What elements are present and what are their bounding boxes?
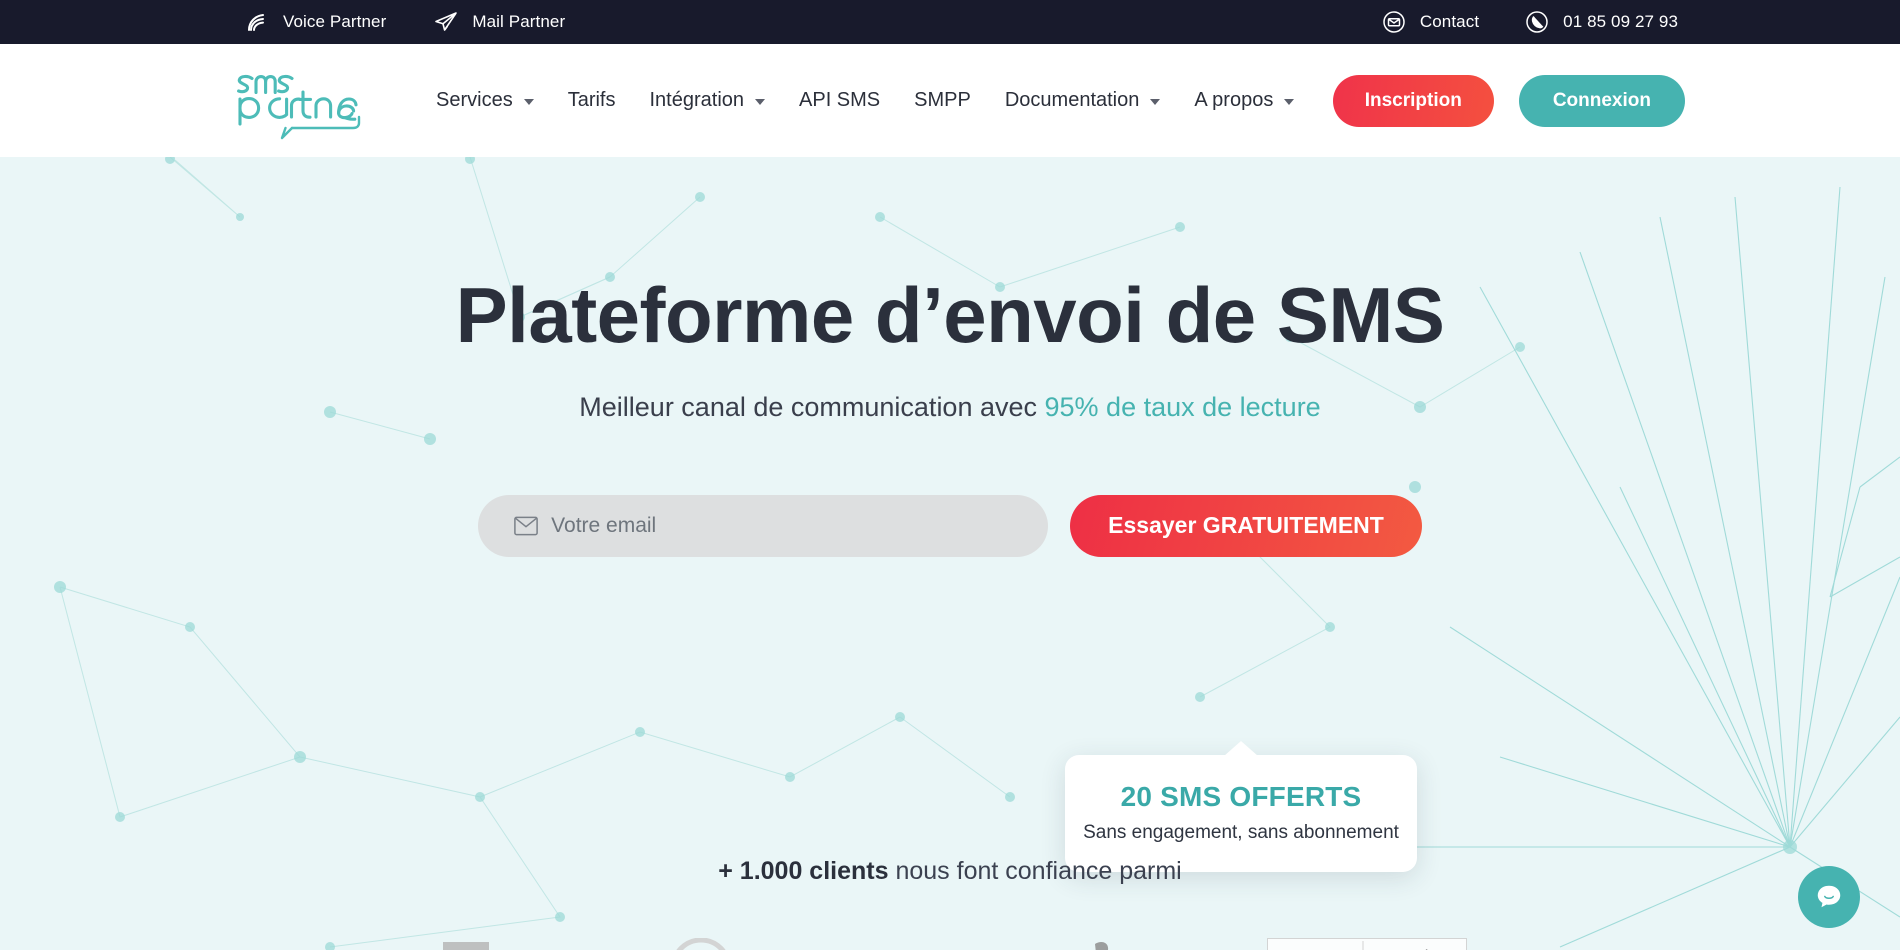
nav-item-label: SMPP (914, 89, 971, 111)
email-input[interactable] (478, 494, 1049, 557)
edf-logo: eDF (1061, 938, 1203, 950)
topbar-item-phone[interactable]: 01 85 09 27 93 (1525, 10, 1678, 34)
nav-item-label: API SMS (799, 89, 881, 111)
nav-item-tarifs[interactable]: Tarifs (551, 89, 633, 112)
nav-item-label: Services (436, 89, 513, 111)
nav-item-integration[interactable]: Intégration (633, 89, 783, 112)
topbar-left-group: Voice Partner Mail Partner (245, 10, 565, 34)
social-proof-section: + 1.000 clients nous font confiance parm… (0, 857, 1900, 950)
topbar-item-contact[interactable]: Contact (1382, 10, 1479, 34)
hero-subtitle: Meilleur canal de communication avec 95%… (0, 392, 1900, 423)
nav-item-a-propos[interactable]: A propos (1177, 89, 1311, 112)
paper-plane-icon (434, 10, 458, 34)
chevron-down-icon (523, 99, 534, 105)
trial-signup-form: Essayer GRATUITEMENT (0, 494, 1900, 557)
business-logo: Business (433, 938, 583, 950)
chevron-down-icon (755, 99, 766, 105)
primary-menu: Services Tarifs Intégration API SMS SMPP… (419, 89, 1311, 112)
chevron-down-icon (1284, 99, 1295, 105)
intermarche-logo: IntERmarché (819, 938, 997, 950)
nav-item-label: Documentation (1004, 89, 1140, 111)
topbar-item-label: Mail Partner (472, 12, 566, 31)
ministere-logo: MINISTÈRE DU LOGEMENT, DE L'ÉGALITÉ (1267, 938, 1467, 950)
envelope-icon (514, 516, 539, 536)
offer-subtitle: Sans engagement, sans abonnement (1083, 822, 1399, 843)
hero-subtitle-accent: 95% de taux de lecture (1044, 391, 1321, 422)
email-field-wrapper (478, 494, 1049, 557)
try-free-button[interactable]: Essayer GRATUITEMENT (1070, 494, 1422, 557)
topbar-item-label: 01 85 09 27 93 (1563, 12, 1678, 31)
clients-count: + 1.000 clients (718, 857, 889, 885)
page-title: Plateforme d’envoi de SMS (455, 271, 1445, 359)
hero-section: Plateforme d’envoi de SMS Meilleur canal… (0, 157, 1900, 950)
pizza-logo: pizza (647, 938, 755, 950)
phone-circle-icon (1525, 10, 1549, 34)
topbar-item-mail-partner[interactable]: Mail Partner (434, 10, 565, 34)
site-logo[interactable] (232, 62, 364, 140)
clients-count-text: + 1.000 clients nous font confiance parm… (0, 857, 1900, 886)
rss-signal-icon (245, 10, 269, 34)
main-navigation-bar: Services Tarifs Intégration API SMS SMPP… (0, 44, 1900, 157)
tooltip-arrow (1224, 741, 1258, 756)
client-logo-row: Business pizza IntERmarché (0, 938, 1900, 950)
nav-item-services[interactable]: Services (419, 89, 551, 112)
nav-item-label: A propos (1194, 89, 1274, 111)
signup-button[interactable]: Inscription (1332, 74, 1494, 127)
nav-item-api-sms[interactable]: API SMS (782, 89, 897, 112)
hero-content: Plateforme d’envoi de SMS Meilleur canal… (0, 157, 1900, 557)
nav-item-label: Intégration (649, 89, 745, 111)
nav-item-smpp[interactable]: SMPP (897, 89, 988, 112)
hero-subtitle-plain: Meilleur canal de communication avec (579, 391, 1045, 422)
chat-bubble-icon (1814, 881, 1844, 914)
login-button[interactable]: Connexion (1518, 74, 1685, 127)
topbar-item-voice-partner[interactable]: Voice Partner (245, 10, 386, 34)
chevron-down-icon (1150, 99, 1161, 105)
nav-item-documentation[interactable]: Documentation (988, 89, 1178, 112)
topbar-item-label: Voice Partner (283, 12, 387, 31)
envelope-circle-icon (1382, 10, 1406, 34)
topbar-item-label: Contact (1419, 12, 1480, 31)
free-sms-offer-tooltip: 20 SMS OFFERTS Sans engagement, sans abo… (1065, 741, 1417, 872)
nav-action-buttons: Inscription Connexion (1332, 74, 1685, 127)
top-utility-bar: Voice Partner Mail Partner Contact 01 85… (0, 0, 1900, 44)
offer-title: 20 SMS OFFERTS (1120, 781, 1362, 812)
nav-item-label: Tarifs (567, 89, 616, 111)
clients-suffix: nous font confiance parmi (888, 857, 1182, 885)
chat-widget-button[interactable] (1798, 866, 1860, 928)
topbar-right-group: Contact 01 85 09 27 93 (1382, 10, 1678, 34)
